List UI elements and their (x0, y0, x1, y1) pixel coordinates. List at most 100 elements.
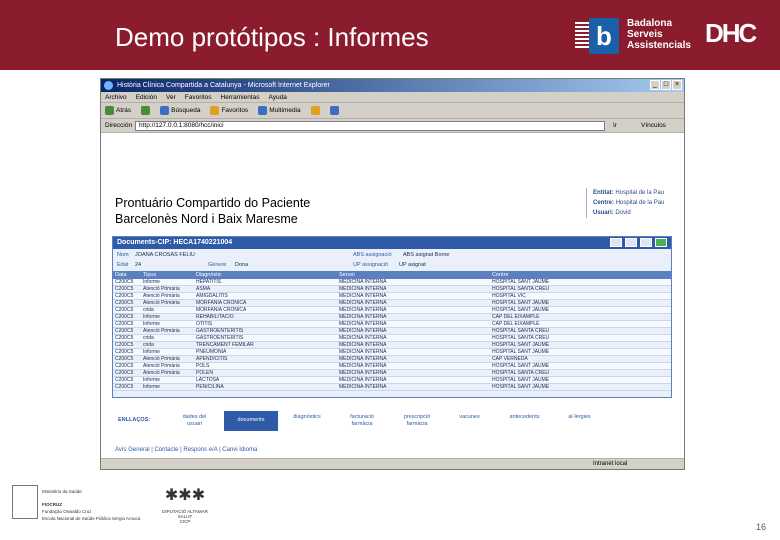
search-icon (160, 106, 170, 115)
documents-header: Documents-CIP: HECA1740221004 (113, 237, 671, 249)
table-cell: C200C5 (115, 321, 134, 327)
logo-line: FIOCRUZ (42, 502, 62, 507)
column-data[interactable]: Data (113, 271, 141, 279)
menu-ver[interactable]: Ver (166, 92, 176, 102)
table-row[interactable]: C200C5 Atenció Primària APENDICITIS MEDICIN… (113, 356, 671, 363)
back-button[interactable]: Atrás (105, 103, 131, 119)
table-row[interactable]: C200C5 Informe PENICILINA MEDICINA INTERNA H… (113, 384, 671, 391)
cell-spacer (432, 363, 490, 369)
cell-spacer (432, 307, 490, 313)
table-cell: POLS (196, 363, 210, 369)
table-cell: C200C5 (115, 384, 134, 390)
cell-spacer (432, 279, 490, 285)
tab-prescripcio-farmacia[interactable]: prescripció farmàcia (392, 411, 442, 431)
export-icon[interactable] (640, 238, 652, 247)
close-button[interactable]: × (672, 80, 682, 90)
column-servei[interactable]: Servei (337, 271, 432, 279)
menu-archivo[interactable]: Archivo (105, 92, 127, 102)
status-bar: Intranet local (101, 458, 684, 469)
table-cell: Atenció Primària (143, 286, 180, 292)
tab-facturacio-farmacia[interactable]: facturació farmàcia (337, 411, 387, 431)
table-cell: HOSPITAL SANT JAUME (492, 279, 550, 285)
grid-view-icon[interactable] (610, 238, 622, 247)
minimize-button[interactable]: _ (650, 80, 660, 90)
column-tipus[interactable]: Tipus (141, 271, 194, 279)
table-row[interactable]: C200C5 crida GASTROENTERITIS MEDICINA INTER… (113, 335, 671, 342)
maximize-button[interactable]: □ (661, 80, 671, 90)
table-row[interactable]: C200C5 Atenció Primària GASTROENTERITIS MED… (113, 328, 671, 335)
column-centre[interactable]: Centre (490, 271, 670, 279)
table-cell: HOSPITAL SANT JAUME (492, 349, 550, 355)
table-cell: HOSPITAL SANT JAUME (492, 300, 550, 306)
tab-antecedents[interactable]: antecedents (497, 411, 552, 431)
page-footer-links[interactable]: Avís General | Contacte | Respons e/A | … (115, 447, 257, 453)
favorites-button[interactable]: Favoritos (210, 103, 248, 119)
table-cell: Atenció Primària (143, 328, 180, 334)
print-button[interactable] (329, 106, 339, 115)
table-cell: MEDICINA INTERNA (339, 342, 387, 348)
table-cell: MORFANIA CRÒNICA (196, 307, 247, 313)
back-arrow-icon (105, 106, 114, 115)
table-cell: HOSPITAL SANT JAUME (492, 363, 550, 369)
print-icon (329, 106, 339, 115)
cell-spacer (432, 342, 490, 348)
logo-line: Fundação Oswaldo Cruz (42, 509, 92, 514)
entitat-value: Hospital de la Pau (615, 190, 665, 196)
cell-spacer (432, 384, 490, 390)
table-cell: MEDICINA INTERNA (339, 328, 387, 334)
centre-value: Hospital de la Pau (615, 200, 665, 206)
table-row[interactable]: C200C5 Atenció Primària MORFANIA CRÒNICA ME… (113, 300, 671, 307)
address-input[interactable]: http://127.0.0.1:8080/hcc/inici (135, 121, 605, 131)
menu-edicion[interactable]: Edición (136, 92, 157, 102)
toolbar: Atrás Búsqueda Favoritos Multimedia (101, 103, 684, 119)
cell-spacer (432, 328, 490, 334)
figures-icon: ✱✱✱ (164, 487, 206, 504)
tab-dades-usuari[interactable]: dades del usuari (172, 411, 217, 431)
nom-label: Nom (117, 252, 129, 258)
table-row[interactable]: C200C5 Informe OTITIS MEDICINA INTERNA CAP D… (113, 321, 671, 328)
forward-button[interactable] (141, 106, 151, 115)
genere-label: Gènere (208, 262, 227, 268)
media-button[interactable]: Multimedia (258, 103, 301, 119)
mail-button[interactable] (310, 106, 320, 115)
menu-favoritos[interactable]: Favoritos (185, 92, 212, 102)
tab-allergies[interactable]: al·lèrgies (557, 411, 602, 431)
table-cell: PENICILINA (196, 384, 224, 390)
cell-spacer (432, 321, 490, 327)
address-bar: Dirección http://127.0.0.1:8080/hcc/inic… (101, 119, 684, 133)
table-row[interactable]: C200C5 Atenció Primària ASMA MEDICINA INTER… (113, 286, 671, 293)
table-cell: HOSPITAL SANTA CREU (492, 328, 550, 334)
cell-spacer (432, 300, 490, 306)
tab-documents[interactable]: documents (224, 411, 278, 431)
flag-icon[interactable] (655, 238, 667, 247)
column-diagnostic[interactable]: Diagnòstic (194, 271, 337, 279)
media-icon (258, 106, 268, 115)
table-row[interactable]: C200C5 Atenció Primària POLS MEDICINA INTER… (113, 363, 671, 370)
table-cell: Atenció Primària (143, 356, 180, 362)
table-row[interactable]: C200C5 crida TRENCAMENT FEMILAR MEDICINA IN… (113, 342, 671, 349)
table-row[interactable]: C200C5 crida MORFANIA CRÒNICA MEDICINA INTE… (113, 307, 671, 314)
table-cell: C200C5 (115, 356, 134, 362)
table-cell: MEDICINA INTERNA (339, 293, 387, 299)
table-row[interactable]: C200C5 Atenció Primària AMIGDALITIS MEDICIN… (113, 293, 671, 300)
menu-herramientas[interactable]: Herramientas (221, 92, 260, 102)
table-row[interactable]: C200C5 Informe HEPATITIS MEDICINA INTERNA HO… (113, 279, 671, 286)
status-zone: Intranet local (593, 461, 628, 467)
page-title: Prontuário Compartido do Paciente Barcel… (115, 195, 310, 227)
table-row[interactable]: C200C5 Informe REHABILITACIÓ MEDICINA INTER… (113, 314, 671, 321)
table-row[interactable]: C200C5 Informe LACTOSA MEDICINA INTERNA HOSP… (113, 377, 671, 384)
search-button[interactable]: Búsqueda (160, 103, 200, 119)
table-cell: LACTOSA (196, 377, 220, 383)
print-icon[interactable] (625, 238, 637, 247)
table-cell: MEDICINA INTERNA (339, 356, 387, 362)
tab-vacunes[interactable]: vacunes (447, 411, 492, 431)
menu-ayuda[interactable]: Ayuda (269, 92, 287, 102)
table-row[interactable]: C200C5 Atenció Primària POLEN MEDICINA INTE… (113, 370, 671, 377)
go-button[interactable]: Ir (613, 119, 617, 133)
table-cell: HEPATITIS (196, 279, 222, 285)
entitat-label: Entitat: (593, 190, 614, 196)
abs-value: ABS asignat Borne (403, 252, 450, 258)
table-row[interactable]: C200C5 Informe PNEUMÒNIA MEDICINA INTERNA HO… (113, 349, 671, 356)
tab-diagnostics[interactable]: diagnòstics (282, 411, 332, 431)
links-button[interactable]: Vínculos (641, 119, 666, 133)
